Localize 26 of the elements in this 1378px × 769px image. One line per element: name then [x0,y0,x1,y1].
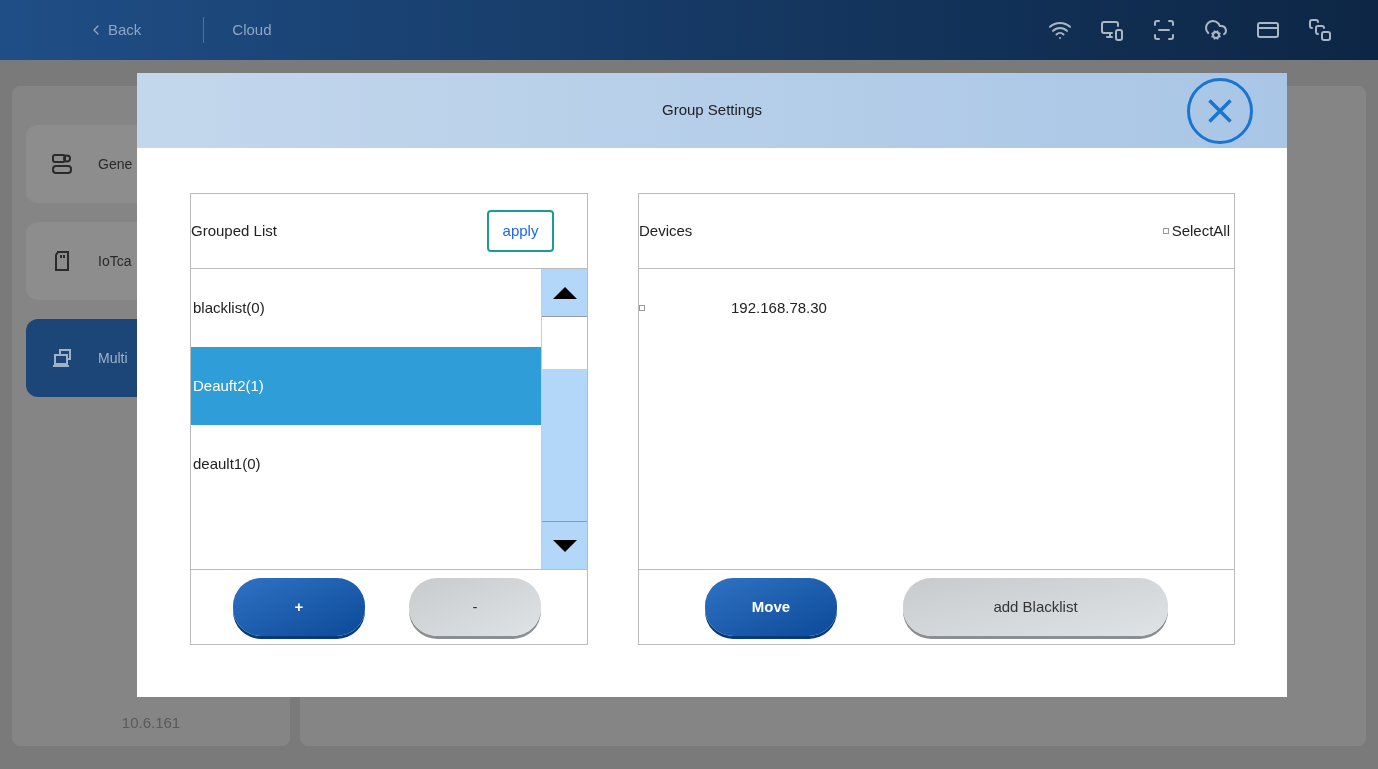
apply-button[interactable]: apply [487,210,554,252]
move-button[interactable]: Move [705,578,837,636]
dialog-title: Group Settings [661,100,763,121]
toggle-icon [50,152,74,176]
devices-icon [50,346,74,370]
close-icon [1206,97,1234,125]
page-title: Cloud [232,19,272,40]
group-item[interactable]: deault1(0) [191,425,541,503]
cloud-icon[interactable] [1204,18,1228,42]
panel-title: Grouped List [191,220,277,241]
remove-button[interactable]: - [409,578,541,636]
triangle-up-icon [552,286,577,299]
add-blacklist-button[interactable]: add Blacklist [903,578,1168,636]
back-button[interactable]: Back [88,18,142,42]
triangle-down-icon [552,539,577,552]
group-item[interactable]: blacklist(0) [191,269,541,347]
select-all-checkbox[interactable] [1162,228,1169,234]
scroll-thumb[interactable] [542,317,587,369]
panel-title: Devices [639,220,693,241]
select-all-label: SelectAll [1171,220,1230,241]
network-icon[interactable] [1100,18,1124,42]
scrollbar[interactable] [541,269,587,569]
device-checkbox[interactable] [639,305,645,311]
add-button[interactable]: + [233,578,365,636]
device-address: 192.168.78.30 [731,297,827,318]
close-button[interactable] [1187,78,1253,144]
